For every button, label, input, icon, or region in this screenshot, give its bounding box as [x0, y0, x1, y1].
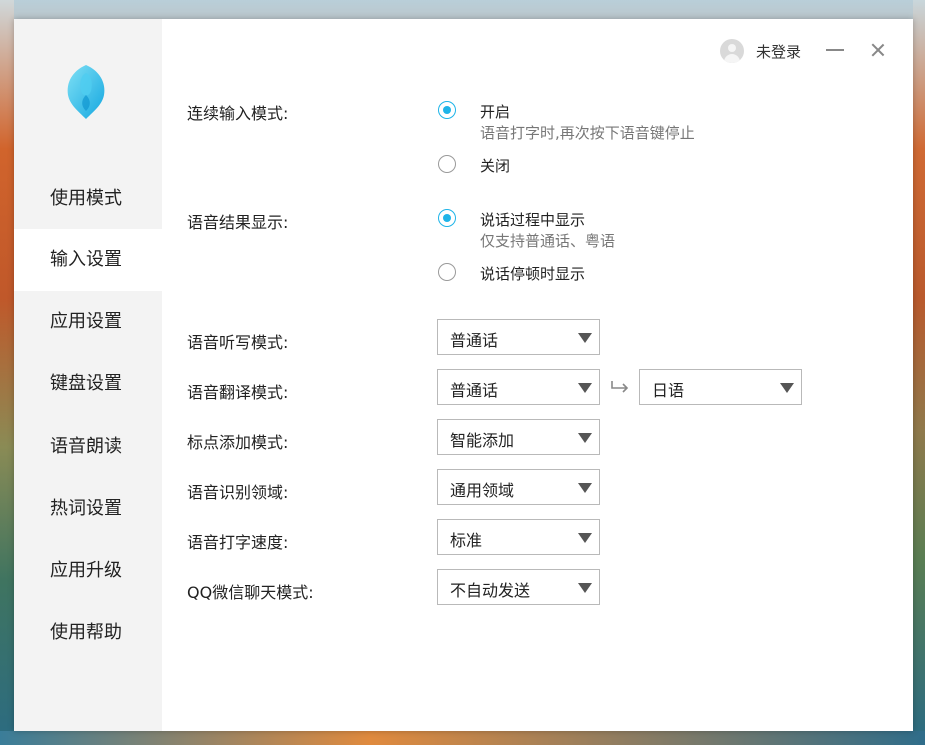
continuous-input-on-label[interactable]: 开启	[480, 101, 510, 122]
typing-speed-select[interactable]: 标准	[437, 519, 600, 555]
sidebar-item-help[interactable]: 使用帮助	[14, 602, 162, 664]
recognition-domain-value: 通用领域	[450, 481, 515, 500]
continuous-input-label: 连续输入模式:	[187, 104, 289, 123]
sidebar-item-app-upgrade[interactable]: 应用升级	[14, 540, 162, 602]
dropdown-arrow-icon	[578, 533, 592, 543]
translation-source-value: 普通话	[450, 381, 499, 400]
result-display-live-hint: 仅支持普通话、粤语	[480, 232, 616, 250]
typing-speed-value: 标准	[450, 531, 483, 550]
close-icon[interactable]	[869, 41, 887, 59]
sidebar-item-voice-reading[interactable]: 语音朗读	[14, 416, 162, 478]
dropdown-arrow-icon	[578, 483, 592, 493]
continuous-input-on-radio[interactable]	[438, 101, 456, 119]
sidebar-item-input-settings[interactable]: 输入设置	[14, 229, 162, 291]
recognition-domain-select[interactable]: 通用领域	[437, 469, 600, 505]
continuous-input-off-radio[interactable]	[438, 155, 456, 173]
punctuation-mode-value: 智能添加	[450, 431, 515, 450]
dropdown-arrow-icon	[578, 433, 592, 443]
result-display-pause-radio[interactable]	[438, 263, 456, 281]
typing-speed-label: 语音打字速度:	[187, 533, 289, 552]
result-display-live-label[interactable]: 说话过程中显示	[480, 209, 585, 230]
sidebar-item-hotword-settings[interactable]: 热词设置	[14, 478, 162, 540]
dictation-mode-value: 普通话	[450, 331, 499, 350]
dictation-mode-select[interactable]: 普通话	[437, 319, 600, 355]
desktop-wallpaper-left	[0, 0, 14, 745]
dropdown-arrow-icon	[578, 383, 592, 393]
app-logo-icon	[67, 65, 105, 119]
dropdown-arrow-icon	[578, 333, 592, 343]
chat-mode-value: 不自动发送	[450, 581, 531, 600]
minimize-icon[interactable]	[826, 49, 844, 51]
sidebar-item-app-settings[interactable]: 应用设置	[14, 291, 162, 353]
translation-mode-label: 语音翻译模式:	[187, 383, 289, 402]
desktop-wallpaper-bottom	[0, 731, 925, 745]
dropdown-arrow-icon	[578, 583, 592, 593]
translation-target-select[interactable]: 日语	[639, 369, 802, 405]
chat-mode-label: QQ微信聊天模式:	[187, 583, 314, 602]
result-display-label: 语音结果显示:	[187, 213, 289, 232]
avatar-icon[interactable]	[720, 39, 744, 63]
continuous-input-off-label[interactable]: 关闭	[480, 155, 510, 176]
translation-source-select[interactable]: 普通话	[437, 369, 600, 405]
login-label[interactable]: 未登录	[756, 41, 801, 62]
dictation-mode-label: 语音听写模式:	[187, 333, 289, 352]
translate-arrow-icon	[611, 381, 629, 393]
sidebar: 使用模式 输入设置 应用设置 键盘设置 语音朗读 热词设置 应用升级 使用帮助	[14, 19, 162, 731]
continuous-input-on-hint: 语音打字时,再次按下语音键停止	[480, 124, 695, 142]
settings-window: 使用模式 输入设置 应用设置 键盘设置 语音朗读 热词设置 应用升级 使用帮助 …	[14, 19, 913, 731]
login-area[interactable]: 未登录	[720, 37, 801, 65]
result-display-pause-label[interactable]: 说话停顿时显示	[480, 263, 585, 284]
punctuation-mode-label: 标点添加模式:	[187, 433, 289, 452]
recognition-domain-label: 语音识别领域:	[187, 483, 289, 502]
sidebar-item-keyboard-settings[interactable]: 键盘设置	[14, 353, 162, 415]
punctuation-mode-select[interactable]: 智能添加	[437, 419, 600, 455]
translation-target-value: 日语	[652, 381, 685, 400]
sidebar-item-usage-mode[interactable]: 使用模式	[14, 168, 162, 230]
dropdown-arrow-icon	[780, 383, 794, 393]
chat-mode-select[interactable]: 不自动发送	[437, 569, 600, 605]
desktop-wallpaper-right	[913, 0, 925, 745]
result-display-live-radio[interactable]	[438, 209, 456, 227]
